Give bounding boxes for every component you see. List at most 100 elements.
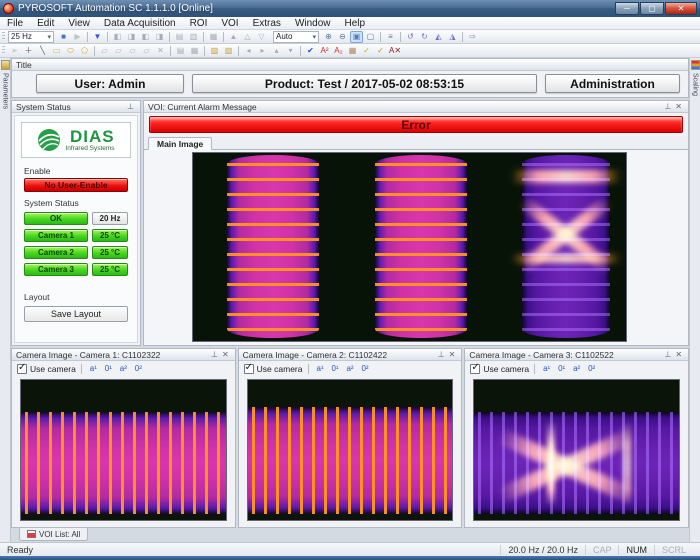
pin-icon[interactable]: ⊥ [662, 102, 673, 112]
tab-main-image[interactable]: Main Image [148, 137, 212, 150]
select-pointer-icon[interactable]: ➢ [8, 45, 21, 57]
voi-alarm-low-icon[interactable]: A₂ [332, 45, 345, 57]
gain-correction-2-icon[interactable]: ◧ [139, 31, 152, 43]
rotate-left-icon[interactable]: ↺ [404, 31, 417, 43]
snapshot-sequence-icon[interactable]: ▥ [187, 31, 200, 43]
offset-calibration-1-icon[interactable]: 0¹ [555, 363, 568, 375]
flip-horizontal-icon[interactable]: ◭ [432, 31, 445, 43]
rectangle-roi-icon[interactable]: ▭ [50, 45, 63, 57]
original-size-icon[interactable]: ▢ [364, 31, 377, 43]
use-camera-checkbox[interactable]: ✓ [470, 364, 480, 374]
main-thermal-image[interactable] [192, 152, 627, 342]
offset-calibration-1-icon[interactable]: 0¹ [329, 363, 342, 375]
menu-item-roi[interactable]: ROI [183, 17, 215, 29]
offset-correction-icon[interactable]: ◨ [125, 31, 138, 43]
gain-calibration-2-icon[interactable]: a² [344, 363, 357, 375]
status-ok-button[interactable]: OK [24, 212, 88, 225]
gain-calibration-2-icon[interactable]: a² [117, 363, 130, 375]
no-user-enable-button[interactable]: No User-Enable [24, 178, 128, 192]
voi-check-2-icon[interactable]: ✓ [374, 45, 387, 57]
minimize-button[interactable]: ─ [615, 2, 639, 15]
menu-item-data-acquisition[interactable]: Data Acquisition [97, 17, 183, 29]
menu-item-window[interactable]: Window [288, 17, 338, 29]
play-icon[interactable]: ▶ [71, 31, 84, 43]
scaling-mode-select[interactable]: Auto ▾ [273, 31, 319, 43]
menu-item-file[interactable]: File [0, 17, 30, 29]
menu-item-help[interactable]: Help [338, 17, 373, 29]
voi-delete-icon[interactable]: A✕ [388, 45, 402, 57]
close-icon[interactable]: ✕ [673, 102, 684, 112]
add-roi-icon[interactable]: ＋ [22, 45, 35, 57]
save-layout-button[interactable]: Save Layout [24, 306, 128, 322]
next-roi-icon[interactable]: ▸ [256, 45, 269, 57]
filter-icon[interactable]: ▼ [91, 31, 104, 43]
range-auto-icon[interactable]: ▲ [227, 31, 240, 43]
close-icon[interactable]: ✕ [673, 350, 684, 360]
polygon-roi-icon[interactable]: ⬠ [78, 45, 91, 57]
range-down-icon[interactable]: ▽ [255, 31, 268, 43]
pin-icon[interactable]: ⊥ [209, 350, 220, 360]
product-button[interactable]: Product: Test / 2017-05-02 08:53:15 [192, 74, 537, 93]
export-roi-icon[interactable]: ▧ [222, 45, 235, 57]
copy-roi-icon[interactable]: ▱ [126, 45, 139, 57]
roi-table-icon[interactable]: ▦ [188, 45, 201, 57]
offset-calibration-2-icon[interactable]: 0² [132, 363, 145, 375]
voi-alarm-high-icon[interactable]: A² [318, 45, 331, 57]
offset-calibration-2-icon[interactable]: 0² [359, 363, 372, 375]
edit-roi-icon[interactable]: ▱ [98, 45, 111, 57]
import-roi-icon[interactable]: ▨ [208, 45, 221, 57]
prev-roi-icon[interactable]: ◂ [242, 45, 255, 57]
flip-vertical-icon[interactable]: ◮ [446, 31, 459, 43]
menu-item-view[interactable]: View [61, 17, 97, 29]
offset-calibration-1-icon[interactable]: 0¹ [102, 363, 115, 375]
use-camera-checkbox[interactable]: ✓ [17, 364, 27, 374]
camera2-thermal-image[interactable] [247, 379, 454, 521]
isotherm-lines-icon[interactable]: ≡ [384, 31, 397, 43]
menu-item-extras[interactable]: Extras [246, 17, 288, 29]
gain-calibration-2-icon[interactable]: a² [570, 363, 583, 375]
reference-image-icon[interactable]: ▦ [207, 31, 220, 43]
pin-icon[interactable]: ⊥ [662, 350, 673, 360]
snapshot-icon[interactable]: ▤ [173, 31, 186, 43]
camera2-temperature-button[interactable]: 25 °C [92, 246, 128, 259]
voi-list-tab[interactable]: VOI List: All [19, 528, 88, 541]
camera2-status-button[interactable]: Camera 2 [24, 246, 88, 259]
voi-check-icon[interactable]: ✓ [360, 45, 373, 57]
frequency-select[interactable]: 25 Hz ▾ [8, 31, 54, 43]
roi-list-icon[interactable]: ▤ [174, 45, 187, 57]
dock-tab-scaling[interactable]: Scaling [692, 73, 699, 96]
gain-calibration-1-icon[interactable]: a¹ [540, 363, 553, 375]
roi-down-icon[interactable]: ▾ [284, 45, 297, 57]
voi-validate-icon[interactable]: ✔ [304, 45, 317, 57]
maximize-button[interactable]: ▢ [640, 2, 664, 15]
gain-calibration-1-icon[interactable]: a¹ [87, 363, 100, 375]
pin-icon[interactable]: ⊥ [125, 102, 136, 112]
paste-roi-icon[interactable]: ▱ [140, 45, 153, 57]
rotate-right-icon[interactable]: ↻ [418, 31, 431, 43]
voi-settings-icon[interactable]: ▦ [346, 45, 359, 57]
camera1-temperature-button[interactable]: 25 °C [92, 229, 128, 242]
menu-item-edit[interactable]: Edit [30, 17, 61, 29]
camera3-status-button[interactable]: Camera 3 [24, 263, 88, 276]
close-button[interactable]: ✕ [665, 2, 697, 15]
delete-roi-icon[interactable]: ✕ [154, 45, 167, 57]
export-image-icon[interactable]: ⇨ [466, 31, 479, 43]
offset-correction-2-icon[interactable]: ◨ [153, 31, 166, 43]
roi-up-icon[interactable]: ▴ [270, 45, 283, 57]
close-icon[interactable]: ✕ [220, 350, 231, 360]
use-camera-checkbox[interactable]: ✓ [244, 364, 254, 374]
stop-icon[interactable]: ■ [57, 31, 70, 43]
administration-button[interactable]: Administration [545, 74, 680, 93]
gain-correction-icon[interactable]: ◧ [111, 31, 124, 43]
gain-calibration-1-icon[interactable]: a¹ [314, 363, 327, 375]
zoom-out-icon[interactable]: ⊖ [336, 31, 349, 43]
zoom-in-icon[interactable]: ⊕ [322, 31, 335, 43]
fit-to-window-icon[interactable]: ▣ [350, 31, 363, 43]
move-roi-icon[interactable]: ▱ [112, 45, 125, 57]
dock-tab-parameters[interactable]: Parameters [2, 73, 9, 109]
offset-calibration-2-icon[interactable]: 0² [585, 363, 598, 375]
menu-item-voi[interactable]: VOI [214, 17, 245, 29]
camera3-temperature-button[interactable]: 25 °C [92, 263, 128, 276]
camera3-thermal-image[interactable] [473, 379, 680, 521]
camera1-thermal-image[interactable] [20, 379, 227, 521]
